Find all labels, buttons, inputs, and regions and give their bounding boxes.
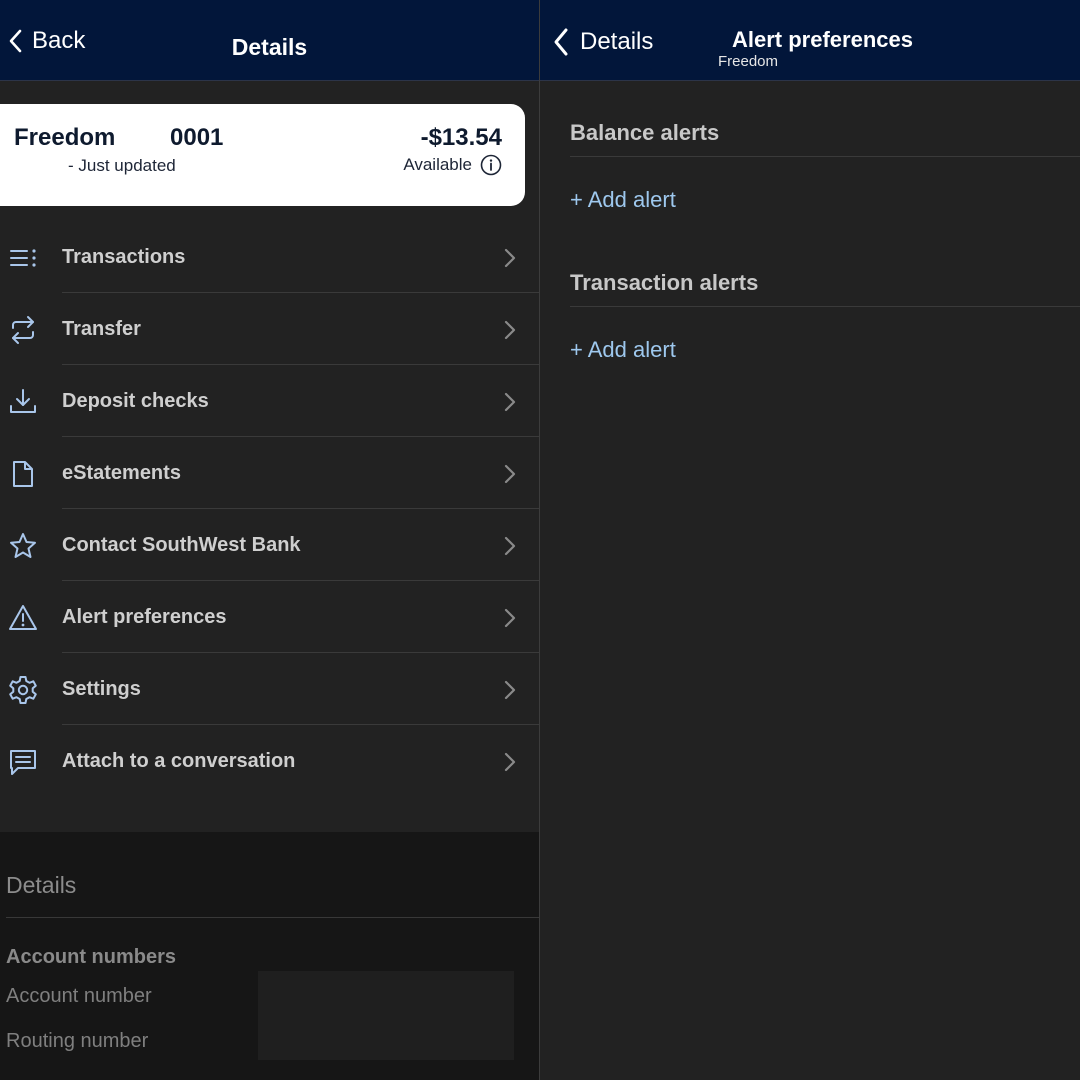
add-transaction-alert-button[interactable]: + Add alert: [570, 337, 676, 363]
menu-item-transfer[interactable]: Transfer: [0, 293, 539, 365]
menu-item-alert-preferences[interactable]: Alert preferences: [0, 581, 539, 653]
details-nav-bar: Back Details: [0, 0, 539, 81]
transfer-arrows-icon: [12, 316, 34, 344]
menu-item-contact-bank[interactable]: Contact SouthWest Bank: [0, 509, 539, 581]
redacted-account-values: [258, 971, 514, 1060]
list-icon: [10, 249, 36, 267]
chevron-right-icon: [504, 248, 516, 268]
chat-bubble-icon: [10, 750, 36, 775]
add-balance-alert-button[interactable]: + Add alert: [570, 187, 676, 213]
chevron-left-icon: [554, 28, 568, 56]
account-menu: Transactions Transfer Deposit checks eSt…: [0, 221, 539, 797]
menu-item-deposit-checks[interactable]: Deposit checks: [0, 365, 539, 437]
last-updated-text: - Just updated: [68, 156, 176, 175]
transaction-alerts-heading: Transaction alerts: [570, 270, 759, 295]
menu-item-label: Transactions: [62, 246, 186, 268]
account-balance: -$13.54: [420, 124, 502, 151]
menu-item-label: Settings: [62, 678, 141, 700]
balance-alerts-heading: Balance alerts: [570, 120, 720, 145]
star-icon: [10, 533, 36, 558]
page-title: Details: [231, 34, 308, 60]
menu-item-label: Deposit checks: [62, 390, 209, 412]
section-divider: [570, 306, 1080, 307]
alert-preferences-pane: Details Alert preferences Freedom Balanc…: [540, 0, 1080, 1080]
chevron-right-icon: [504, 536, 516, 556]
download-tray-icon: [10, 389, 36, 413]
document-icon: [13, 461, 33, 487]
menu-item-label: Alert preferences: [62, 606, 227, 628]
menu-item-transactions[interactable]: Transactions: [0, 221, 539, 293]
gear-icon: [9, 676, 37, 704]
section-divider: [570, 156, 1080, 157]
available-label: Available: [403, 155, 472, 174]
menu-item-estatements[interactable]: eStatements: [0, 437, 539, 509]
account-number-label: Account number: [6, 985, 152, 1007]
menu-item-label: Attach to a conversation: [62, 750, 296, 772]
details-section-title: Details: [6, 872, 77, 898]
back-label: Details: [580, 28, 654, 55]
chevron-right-icon: [504, 752, 516, 772]
warning-triangle-icon: [9, 605, 37, 630]
page-title: Alert preferences: [732, 27, 913, 52]
back-to-details-button[interactable]: Details: [552, 27, 653, 57]
info-icon[interactable]: [480, 154, 502, 176]
alert-preferences-nav-bar: Details Alert preferences Freedom: [540, 0, 1080, 81]
account-details-section: Details Account numbers Account number R…: [0, 832, 539, 1080]
account-number: 0001: [170, 124, 224, 151]
menu-item-settings[interactable]: Settings: [0, 653, 539, 725]
available-label-row: Available: [403, 154, 502, 176]
menu-item-label: Transfer: [62, 318, 141, 340]
menu-item-attach-conversation[interactable]: Attach to a conversation: [0, 725, 539, 797]
section-divider: [6, 917, 539, 918]
routing-number-label: Routing number: [6, 1030, 149, 1052]
chevron-right-icon: [504, 680, 516, 700]
chevron-right-icon: [504, 464, 516, 484]
page-subtitle: Freedom: [718, 53, 779, 70]
chevron-right-icon: [504, 320, 516, 340]
chevron-right-icon: [504, 392, 516, 412]
chevron-right-icon: [504, 608, 516, 628]
account-card[interactable]: Freedom 0001 - Just updated -$13.54 Avai…: [0, 104, 525, 206]
account-name: Freedom: [14, 124, 116, 151]
account-numbers-heading: Account numbers: [6, 946, 177, 968]
menu-item-label: eStatements: [62, 462, 181, 484]
menu-item-label: Contact SouthWest Bank: [62, 534, 301, 556]
details-pane: Back Details Freedom 0001 - Just updated…: [0, 0, 539, 1080]
